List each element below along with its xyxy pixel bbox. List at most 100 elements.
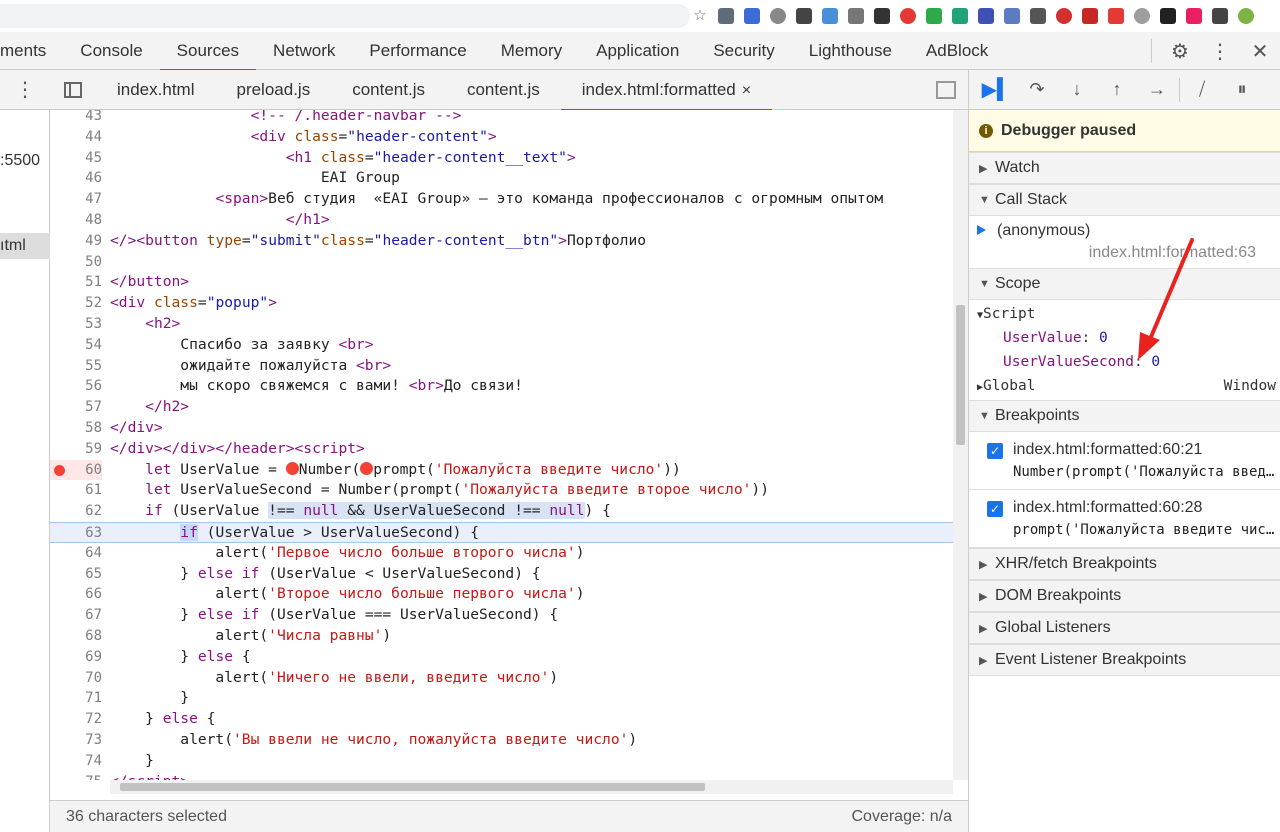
line-number[interactable]: 43 bbox=[50, 110, 102, 127]
code-line[interactable]: 56 мы скоро свяжемся с вами! <br>До связ… bbox=[50, 376, 953, 397]
code-line[interactable]: 59 </div></div></header><script> bbox=[50, 439, 953, 460]
code-line[interactable]: 73 alert('Вы ввели не число, пожалуйста … bbox=[50, 730, 953, 751]
line-number[interactable]: 63 bbox=[50, 523, 102, 544]
tab-lighthouse[interactable]: Lighthouse bbox=[792, 32, 909, 70]
code-line[interactable]: 72 } else { bbox=[50, 709, 953, 730]
breakpoint-item[interactable]: ✓ index.html:formatted:60:28 prompt('Пож… bbox=[969, 490, 1280, 548]
code-line-breakpoint[interactable]: 60 let UserValue = Number(prompt('Пожалу… bbox=[50, 459, 953, 481]
line-number[interactable]: 52 bbox=[50, 293, 102, 314]
file-tab[interactable]: content.js bbox=[331, 70, 446, 110]
gear-icon[interactable]: ⚙ bbox=[1160, 32, 1200, 70]
file-tab[interactable]: index.html bbox=[96, 70, 215, 110]
code-line[interactable]: 74 } bbox=[50, 751, 953, 772]
line-number[interactable]: 44 bbox=[50, 127, 102, 148]
code-line[interactable]: 58 </div> bbox=[50, 418, 953, 439]
code-line[interactable]: 62 if (UserValue !== null && UserValueSe… bbox=[50, 501, 953, 522]
code-line[interactable]: 54 Спасибо за заявку <br> bbox=[50, 335, 953, 356]
code-line[interactable]: 64 alert('Первое число больше второго чи… bbox=[50, 543, 953, 564]
tab-sources[interactable]: Sources bbox=[159, 32, 257, 71]
line-number[interactable]: 59 bbox=[50, 439, 102, 460]
code-line[interactable]: 46 EAI Group bbox=[50, 168, 953, 189]
tab-adblock[interactable]: AdBlock bbox=[909, 32, 1005, 70]
tab-performance[interactable]: Performance bbox=[352, 32, 483, 70]
extension-icon[interactable] bbox=[718, 8, 734, 24]
line-number[interactable]: 45 bbox=[50, 148, 102, 169]
line-number[interactable]: 65 bbox=[50, 564, 102, 585]
code-line[interactable]: 75 </script> bbox=[50, 772, 953, 780]
navigator-item[interactable]: :5500 bbox=[0, 150, 50, 172]
line-number[interactable]: 64 bbox=[50, 543, 102, 564]
scope-variable[interactable]: UserValueSecond: 0 bbox=[1003, 354, 1160, 370]
step-icon[interactable]: → bbox=[1137, 70, 1177, 110]
code-line[interactable]: 67 } else if (UserValue === UserValueSec… bbox=[50, 605, 953, 626]
frame-location[interactable]: index.html:formatted:63 bbox=[1089, 244, 1256, 262]
tab-security[interactable]: Security bbox=[696, 32, 791, 70]
code-line[interactable]: 71 } bbox=[50, 688, 953, 709]
extension-icon[interactable] bbox=[1108, 8, 1124, 24]
extension-icon[interactable] bbox=[1160, 8, 1176, 24]
code-line[interactable]: 69 } else { bbox=[50, 647, 953, 668]
breakpoint-marker-icon[interactable] bbox=[54, 464, 65, 476]
kebab-menu-icon[interactable]: ⋮ bbox=[1200, 32, 1240, 70]
toggle-debugger-icon[interactable] bbox=[936, 81, 956, 99]
code-line[interactable]: 68 alert('Числа равны') bbox=[50, 626, 953, 647]
code-line[interactable]: 61 let UserValueSecond = Number(prompt('… bbox=[50, 480, 953, 501]
event-listener-breakpoints-section-header[interactable]: ▶ Event Listener Breakpoints bbox=[969, 644, 1280, 676]
scope-section-header[interactable]: ▼ Scope bbox=[969, 268, 1280, 300]
close-icon[interactable]: ✕ bbox=[1240, 32, 1280, 70]
line-number[interactable]: 73 bbox=[50, 730, 102, 751]
extension-icon[interactable] bbox=[1056, 8, 1072, 24]
extension-icon[interactable] bbox=[770, 8, 786, 24]
extension-icon[interactable] bbox=[1030, 8, 1046, 24]
line-number[interactable]: 67 bbox=[50, 605, 102, 626]
line-number[interactable]: 75 bbox=[50, 772, 102, 780]
call-stack-section-header[interactable]: ▼ Call Stack bbox=[969, 184, 1280, 216]
breakpoint-item[interactable]: ✓ index.html:formatted:60:21 Number(prom… bbox=[969, 432, 1280, 490]
line-number[interactable]: 47 bbox=[50, 189, 102, 210]
extension-icon[interactable] bbox=[1082, 8, 1098, 24]
extension-icon[interactable] bbox=[978, 8, 994, 24]
line-number[interactable]: 54 bbox=[50, 335, 102, 356]
file-tab[interactable]: content.js bbox=[446, 70, 561, 110]
horizontal-scrollbar[interactable] bbox=[110, 780, 953, 794]
code-line[interactable]: 51 </button> bbox=[50, 272, 953, 293]
breakpoint-checkbox[interactable]: ✓ bbox=[987, 501, 1003, 517]
extension-icon[interactable] bbox=[874, 8, 890, 24]
extension-icon[interactable] bbox=[796, 8, 812, 24]
scrollbar-thumb[interactable] bbox=[956, 305, 965, 445]
vertical-scrollbar[interactable] bbox=[953, 110, 968, 780]
extension-icon[interactable] bbox=[744, 8, 760, 24]
extension-icon[interactable] bbox=[1134, 8, 1150, 24]
global-listeners-section-header[interactable]: ▶ Global Listeners bbox=[969, 612, 1280, 644]
resume-icon[interactable]: ▶︎▍ bbox=[977, 70, 1017, 110]
line-number[interactable]: 62 bbox=[50, 501, 102, 522]
call-frame[interactable]: (anonymous) index.html:formatted:63 bbox=[969, 216, 1280, 268]
line-number[interactable]: 60 bbox=[50, 459, 102, 481]
extension-icon[interactable] bbox=[848, 8, 864, 24]
watch-section-header[interactable]: ▶ Watch bbox=[969, 152, 1280, 184]
tab-application[interactable]: Application bbox=[579, 32, 696, 70]
line-number[interactable]: 74 bbox=[50, 751, 102, 772]
code-line[interactable]: 57 </h2> bbox=[50, 397, 953, 418]
step-over-icon[interactable]: ↷ bbox=[1017, 70, 1057, 110]
extension-icon[interactable] bbox=[900, 8, 916, 24]
line-number[interactable]: 49 bbox=[50, 231, 102, 252]
code-line[interactable]: 52 <div class="popup"> bbox=[50, 293, 953, 314]
extension-icon[interactable] bbox=[926, 8, 942, 24]
code-line[interactable]: 70 alert('Ничего не ввели, введите число… bbox=[50, 668, 953, 689]
line-number[interactable]: 58 bbox=[50, 418, 102, 439]
extension-icon[interactable] bbox=[1186, 8, 1202, 24]
line-number[interactable]: 72 bbox=[50, 709, 102, 730]
code-line[interactable]: 47 <span>Веб студия «EAI Group» — это ко… bbox=[50, 189, 953, 210]
file-tab[interactable]: preload.js bbox=[215, 70, 331, 110]
line-number[interactable]: 56 bbox=[50, 376, 102, 397]
code-line[interactable]: 50 bbox=[50, 252, 953, 273]
line-number[interactable]: 55 bbox=[50, 356, 102, 377]
scope-variable[interactable]: UserValue: 0 bbox=[1003, 330, 1108, 346]
file-tab-active[interactable]: index.html:formatted × bbox=[560, 70, 773, 111]
code-line[interactable]: 44 <div class="header-content"> bbox=[50, 127, 953, 148]
line-number[interactable]: 51 bbox=[50, 272, 102, 293]
extension-icon[interactable] bbox=[1004, 8, 1020, 24]
navigator-item-selected[interactable]: ıtml bbox=[0, 233, 50, 259]
line-number[interactable]: 48 bbox=[50, 210, 102, 231]
